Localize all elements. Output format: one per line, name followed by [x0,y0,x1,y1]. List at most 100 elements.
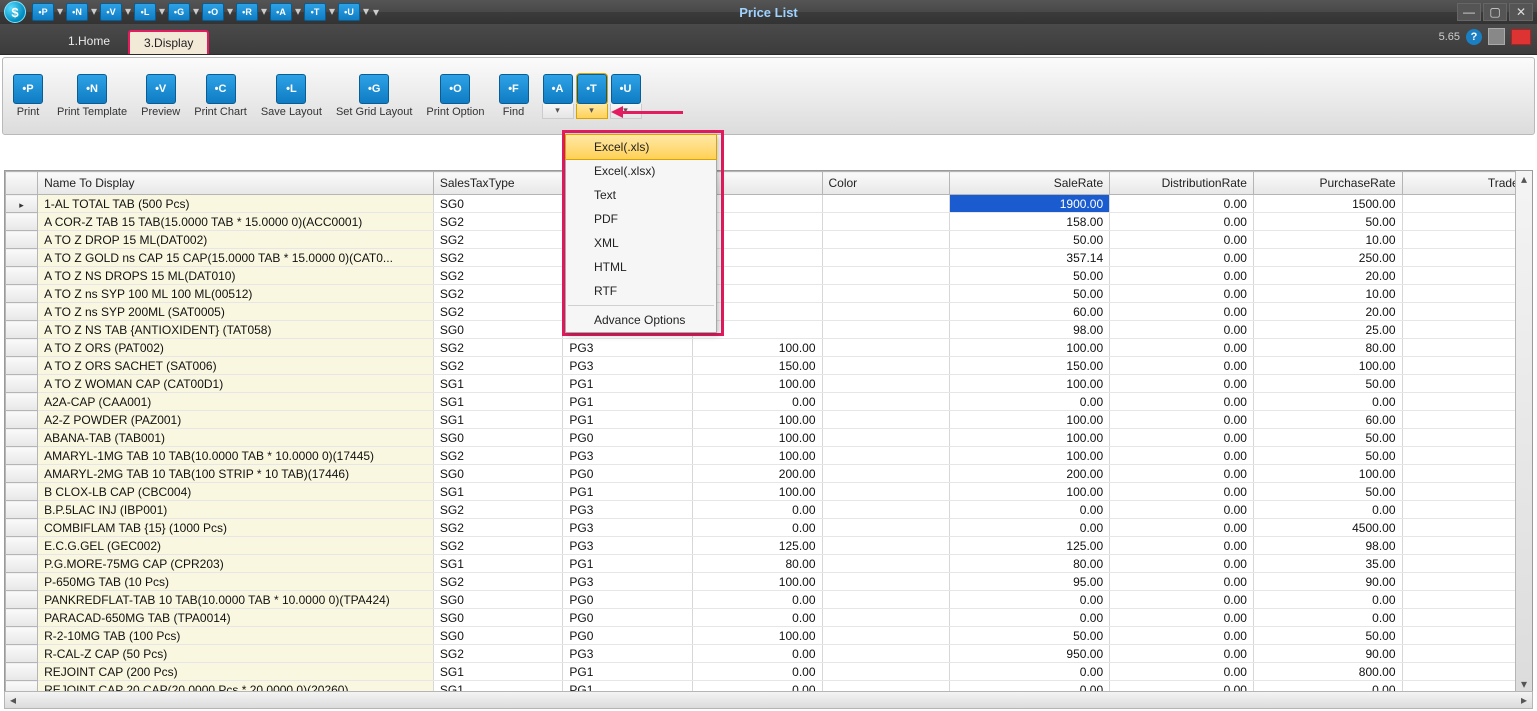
cell-pr[interactable]: 50.00 [1253,375,1402,393]
export-dropdown[interactable]: Excel(.xls)Excel(.xlsx)TextPDFXMLHTMLRTF… [565,134,717,333]
ribbon-set-grid-layout[interactable]: •GSet Grid Layout [336,74,412,118]
cell-pr[interactable]: 10.00 [1253,231,1402,249]
cell-ptt[interactable]: PG0 [563,609,693,627]
cell-pr[interactable]: 0.00 [1253,501,1402,519]
export-option-advanceoptions[interactable]: Advance Options [566,308,716,332]
cell-ptt[interactable]: PG1 [563,411,693,429]
cell-sr[interactable]: 50.00 [949,627,1109,645]
export-option-excelxls[interactable]: Excel(.xls) [565,134,717,160]
cell-pr[interactable]: 1500.00 [1253,195,1402,213]
cell-x1[interactable]: 100.00 [692,429,822,447]
column-header-dr[interactable]: DistributionRate [1110,172,1254,195]
cell-name[interactable]: REJOINT CAP (200 Pcs) [38,663,434,681]
qat-button-4[interactable]: •G [168,3,190,21]
close-button[interactable]: ✕ [1509,3,1533,21]
cell-x1[interactable]: 100.00 [692,375,822,393]
export-option-text[interactable]: Text [566,183,716,207]
cell-pr[interactable]: 0.00 [1253,609,1402,627]
cell-pr[interactable]: 100.00 [1253,465,1402,483]
cell-sr[interactable]: 50.00 [949,267,1109,285]
cell-color[interactable] [822,663,949,681]
cell-pr[interactable]: 100.00 [1253,357,1402,375]
cell-pr[interactable]: 50.00 [1253,447,1402,465]
vertical-scrollbar[interactable]: ▴ ▾ [1515,171,1532,692]
cell-sr[interactable]: 100.00 [949,447,1109,465]
cell-ptt[interactable]: PG0 [563,591,693,609]
cell-sr[interactable]: 0.00 [949,393,1109,411]
cell-stt[interactable]: SG1 [433,393,563,411]
cell-color[interactable] [822,411,949,429]
cell-pr[interactable]: 250.00 [1253,249,1402,267]
cell-dr[interactable]: 0.00 [1110,285,1254,303]
cell-color[interactable] [822,213,949,231]
table-row[interactable]: A TO Z DROP 15 ML(DAT002)SG2PG350.000.00… [6,231,1534,249]
qat-split-3[interactable]: ▾ [158,3,166,19]
cell-pr[interactable]: 4500.00 [1253,519,1402,537]
column-header-color[interactable]: Color [822,172,949,195]
cell-stt[interactable]: SG2 [433,447,563,465]
export-option-pdf[interactable]: PDF [566,207,716,231]
cell-dr[interactable]: 0.00 [1110,267,1254,285]
cell-stt[interactable]: SG0 [433,609,563,627]
cell-color[interactable] [822,249,949,267]
table-row[interactable]: ABANA-TAB (TAB001)SG0PG0100.00100.000.00… [6,429,1534,447]
cell-pr[interactable]: 10.00 [1253,285,1402,303]
cell-sr[interactable]: 0.00 [949,663,1109,681]
cell-color[interactable] [822,591,949,609]
column-header-tr[interactable]: TradeRate [1402,172,1533,195]
cell-x1[interactable]: 0.00 [692,519,822,537]
cell-ptt[interactable]: PG3 [563,501,693,519]
qat-dropdown-icon[interactable]: ▾ [370,4,382,20]
cell-name[interactable]: A COR-Z TAB 15 TAB(15.0000 TAB * 15.0000… [38,213,434,231]
cell-name[interactable]: PARACAD-650MG TAB (TPA0014) [38,609,434,627]
cell-name[interactable]: A TO Z WOMAN CAP (CAT00D1) [38,375,434,393]
cell-pr[interactable]: 50.00 [1253,429,1402,447]
cell-x1[interactable]: 0.00 [692,663,822,681]
cell-color[interactable] [822,519,949,537]
cell-tr[interactable]: 0.00 [1402,609,1533,627]
cell-x1[interactable]: 80.00 [692,555,822,573]
cell-stt[interactable]: SG2 [433,501,563,519]
cell-sr[interactable]: 150.00 [949,357,1109,375]
cell-tr[interactable]: 0.00 [1402,447,1533,465]
help-icon[interactable]: ? [1466,29,1482,45]
cell-ptt[interactable]: PG1 [563,393,693,411]
table-row[interactable]: A TO Z NS DROPS 15 ML(DAT010)SG2PG350.00… [6,267,1534,285]
cell-color[interactable] [822,303,949,321]
cell-name[interactable]: R-2-10MG TAB (100 Pcs) [38,627,434,645]
cell-tr[interactable]: 0.00 [1402,501,1533,519]
cell-name[interactable]: A TO Z ORS SACHET (SAT006) [38,357,434,375]
table-row[interactable]: PANKREDFLAT-TAB 10 TAB(10.0000 TAB * 10.… [6,591,1534,609]
cell-dr[interactable]: 0.00 [1110,231,1254,249]
cell-x1[interactable]: 100.00 [692,339,822,357]
cell-x1[interactable]: 150.00 [692,357,822,375]
cell-color[interactable] [822,501,949,519]
table-row[interactable]: R-CAL-Z CAP (50 Pcs)SG2PG30.00950.000.00… [6,645,1534,663]
cell-tr[interactable]: 0.00 [1402,375,1533,393]
cell-pr[interactable]: 35.00 [1253,555,1402,573]
cell-pr[interactable]: 98.00 [1253,537,1402,555]
cell-color[interactable] [822,537,949,555]
scroll-down-icon[interactable]: ▾ [1516,676,1532,692]
cell-color[interactable] [822,285,949,303]
cell-name[interactable]: P-650MG TAB (10 Pcs) [38,573,434,591]
cell-color[interactable] [822,267,949,285]
cell-name[interactable]: A TO Z NS TAB {ANTIOXIDENT} (TAT058) [38,321,434,339]
exit-icon[interactable] [1511,29,1531,45]
cell-pr[interactable]: 90.00 [1253,645,1402,663]
cell-color[interactable] [822,375,949,393]
cell-tr[interactable]: 0.00 [1402,483,1533,501]
ribbon-preview[interactable]: •VPreview [141,74,180,118]
scroll-left-icon[interactable]: ◂ [5,693,21,707]
cell-x1[interactable]: 200.00 [692,465,822,483]
qat-button-8[interactable]: •T [304,3,326,21]
cell-sr[interactable]: 1900.00 [949,195,1109,213]
cell-dr[interactable]: 0.00 [1110,573,1254,591]
cell-stt[interactable]: SG2 [433,285,563,303]
cell-pr[interactable]: 0.00 [1253,393,1402,411]
cell-color[interactable] [822,483,949,501]
cell-sr[interactable]: 950.00 [949,645,1109,663]
cell-name[interactable]: A TO Z DROP 15 ML(DAT002) [38,231,434,249]
table-row[interactable]: B CLOX-LB CAP (CBC004)SG1PG1100.00100.00… [6,483,1534,501]
cell-dr[interactable]: 0.00 [1110,447,1254,465]
